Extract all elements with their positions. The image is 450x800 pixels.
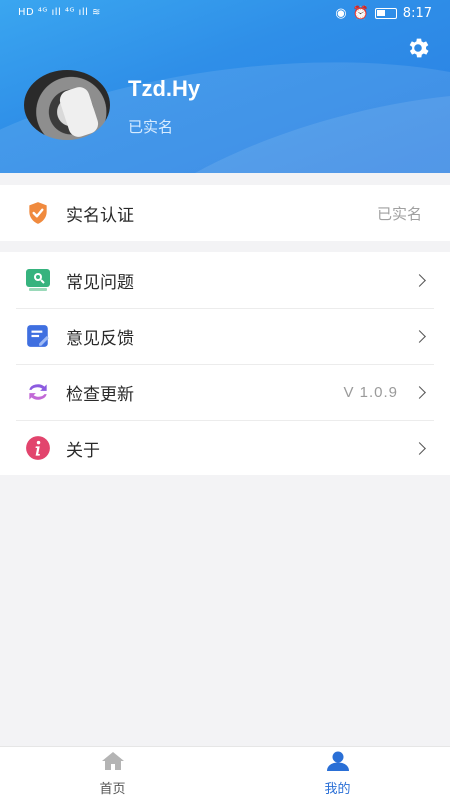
- verification-value: 已实名: [376, 204, 422, 223]
- status-bar: HD ⁴ᴳ ıll ⁴ᴳ ıll ≋ ◉ ⏰ 8:17: [0, 0, 450, 30]
- settings-gear-icon[interactable]: [404, 34, 432, 62]
- menu-item-check-update[interactable]: 检查更新 V 1.0.9: [0, 364, 450, 420]
- user-icon: [325, 750, 351, 776]
- avatar[interactable]: [24, 70, 110, 140]
- menu-item-feedback[interactable]: 意见反馈: [0, 308, 450, 364]
- nav-home[interactable]: 首页: [0, 747, 225, 800]
- battery-icon: [374, 8, 397, 19]
- menu-item-about[interactable]: 关于: [0, 420, 450, 476]
- signal-indicators: HD ⁴ᴳ ıll ⁴ᴳ ıll ≋: [18, 7, 101, 18]
- menu-item-verification[interactable]: 实名认证 已实名: [0, 185, 450, 241]
- profile-header: HD ⁴ᴳ ıll ⁴ᴳ ıll ≋ ◉ ⏰ 8:17 Tzd.Hy 已实名: [0, 0, 450, 173]
- refresh-icon: [24, 378, 52, 406]
- menu-card: 常见问题 意见反馈 检查更新 V 1.0.9 关于: [0, 252, 450, 475]
- nav-mine-label: 我的: [324, 782, 351, 797]
- menu-item-label: 意见反馈: [66, 328, 134, 349]
- verification-card: 实名认证 已实名: [0, 185, 450, 241]
- faq-icon: [24, 266, 52, 294]
- shield-check-icon: [24, 199, 52, 227]
- feedback-icon: [24, 322, 52, 350]
- menu-item-label: 关于: [66, 440, 100, 461]
- clock-time: 8:17: [402, 6, 432, 21]
- bottom-nav: 首页 我的: [0, 746, 450, 800]
- verification-status: 已实名: [128, 118, 174, 136]
- menu-item-label: 检查更新: [66, 384, 134, 405]
- chevron-right-icon: [413, 441, 426, 455]
- status-right: ◉ ⏰ 8:17: [335, 6, 432, 21]
- home-icon: [100, 750, 126, 776]
- chevron-right-icon: [413, 273, 426, 287]
- nav-home-label: 首页: [99, 782, 126, 797]
- menu-item-faq[interactable]: 常见问题: [0, 252, 450, 308]
- menu-item-label: 常见问题: [66, 272, 134, 293]
- app-version: V 1.0.9: [343, 383, 398, 401]
- nav-mine[interactable]: 我的: [225, 747, 450, 800]
- chevron-right-icon: [413, 385, 426, 399]
- username: Tzd.Hy: [128, 76, 201, 101]
- alarm-icon: ⏰: [352, 6, 369, 21]
- menu-item-label: 实名认证: [66, 205, 134, 226]
- info-icon: [24, 434, 52, 462]
- chevron-right-icon: [413, 329, 426, 343]
- eye-icon: ◉: [335, 6, 347, 21]
